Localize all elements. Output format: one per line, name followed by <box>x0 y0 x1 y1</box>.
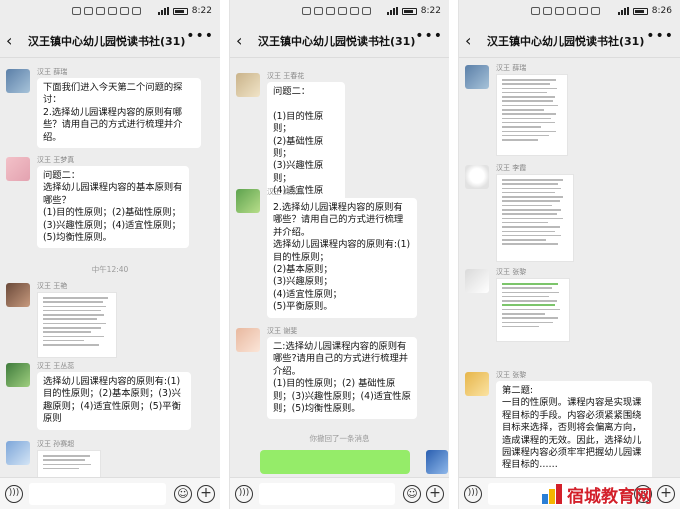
emoji-icon[interactable]: ☺ <box>174 485 192 503</box>
more-dots-icon[interactable]: ••• <box>186 28 214 44</box>
message-item: 汉王 谢斐 二:选择幼儿园课程内容的原则有哪些?请用自己的方式进行梳理并介绍。 … <box>236 326 445 426</box>
sender-name: 汉王 张黎 <box>496 371 527 379</box>
chat-screen-1: 8:22 ‹ 汉王镇中心幼儿园悦读书社(31) ••• 汉王 薛瑞 下面我们进入… <box>0 0 220 509</box>
plus-icon[interactable]: + <box>197 485 215 503</box>
message-bubble[interactable]: 问题二： 选择幼儿园课程内容的基本原则有哪些？ (1)目的性原则；(2)基础性原… <box>37 166 189 249</box>
avatar[interactable] <box>6 441 30 465</box>
avatar[interactable] <box>236 189 260 213</box>
message-item: 汉王 张黎 第二题: 一目的性原则。课程内容是实现课程目标的手段。内容必须紧紧围… <box>465 370 676 477</box>
message-item: 汉王 薛瑞 <box>465 63 676 156</box>
status-bar: 8:22 <box>0 0 220 24</box>
battery-icon <box>401 7 417 15</box>
logo-bars-icon <box>542 484 564 504</box>
more-dots-icon[interactable]: ••• <box>646 28 674 44</box>
message-list[interactable]: 汉王 薛瑞 下面我们进入今天第二个问题的探讨： 2.选择幼儿园课程内容的原则有哪… <box>0 59 220 477</box>
message-bubble[interactable]: 二:选择幼儿园课程内容的原则有哪些?请用自己的方式进行梳理并介绍。 (1)目的性… <box>267 337 417 420</box>
message-item: 汉王 王梦真 问题二： 选择幼儿园课程内容的基本原则有哪些？ (1)目的性原则；… <box>6 155 216 250</box>
time-divider: 中午12:40 <box>91 265 129 274</box>
sent-message-bubble[interactable] <box>260 450 410 474</box>
message-item: 汉王 张黎 <box>465 267 676 367</box>
sender-name: 汉王 王艳 <box>37 282 68 290</box>
plus-icon[interactable]: + <box>426 485 444 503</box>
status-bar: 8:26 <box>459 0 680 24</box>
chevron-left-icon[interactable]: ‹ <box>236 31 242 50</box>
voice-icon[interactable]: ))) <box>235 485 253 503</box>
avatar[interactable] <box>6 363 30 387</box>
message-bubble[interactable]: 第二题: 一目的性原则。课程内容是实现课程目标的手段。内容必须紧紧围绕目标来选择… <box>496 381 652 477</box>
avatar[interactable] <box>426 450 448 474</box>
sender-name: 汉王 薛瑞 <box>37 68 68 76</box>
status-time: 8:22 <box>420 6 441 16</box>
avatar[interactable] <box>236 73 260 97</box>
image-message[interactable] <box>496 174 574 262</box>
chat-title: 汉王镇中心幼儿园悦读书社(31) <box>487 35 645 48</box>
message-input[interactable] <box>259 483 395 505</box>
message-item: 汉王 薛瑞 下面我们进入今天第二个问题的探讨： 2.选择幼儿园课程内容的原则有哪… <box>6 67 216 149</box>
sender-name: 汉王 韩双燕 <box>267 188 305 196</box>
message-list[interactable]: 汉王 薛瑞 汉王 李霞 汉王 张黎 汉王 张黎 第二题: 一目的性原则。课程内容… <box>459 59 680 477</box>
battery-icon <box>632 7 648 15</box>
image-message[interactable] <box>496 278 570 342</box>
avatar[interactable] <box>236 328 260 352</box>
message-bubble[interactable]: 选择幼儿园课程内容的原则有:(1)目的性原则；(2)基本原则；(3)兴趣原则；(… <box>37 372 191 430</box>
chat-header: ‹ 汉王镇中心幼儿园悦读书社(31) ••• <box>230 24 449 58</box>
avatar[interactable] <box>6 283 30 307</box>
sender-name: 汉王 孙赛超 <box>37 440 75 448</box>
image-message[interactable] <box>37 292 117 358</box>
chevron-left-icon[interactable]: ‹ <box>465 31 471 50</box>
sender-name: 汉王 王丛蕊 <box>37 362 75 370</box>
avatar[interactable] <box>465 372 489 396</box>
voice-icon[interactable]: ))) <box>5 485 23 503</box>
more-dots-icon[interactable]: ••• <box>415 28 443 44</box>
message-bubble[interactable]: 2.选择幼儿园课程内容的原则有哪些？请用自己的方式进行梳理并介绍。 选择幼儿园课… <box>267 198 417 318</box>
image-message[interactable] <box>37 450 101 477</box>
signal-icon <box>617 7 629 15</box>
message-item: 汉王 韩双燕 2.选择幼儿园课程内容的原则有哪些？请用自己的方式进行梳理并介绍。… <box>236 187 445 327</box>
sender-name: 汉王 王梦真 <box>37 156 75 164</box>
sender-name: 汉王 谢斐 <box>267 327 298 335</box>
message-item: 汉王 王春花 问题二： (1)目的性原则； (2)基础性原则； (3)兴趣性原则… <box>236 71 445 239</box>
avatar[interactable] <box>465 65 489 89</box>
watermark-text: 宿城教育网 <box>567 486 652 507</box>
image-message[interactable] <box>496 74 568 156</box>
status-bar: 8:22 <box>230 0 449 24</box>
chat-screen-2: 8:22 ‹ 汉王镇中心幼儿园悦读书社(31) ••• 汉王 王春花 问题二： … <box>229 0 449 509</box>
message-input[interactable] <box>29 483 166 505</box>
avatar[interactable] <box>465 165 489 189</box>
message-item: 汉王 李霞 <box>465 163 676 262</box>
notification-icons <box>72 7 141 15</box>
message-bubble[interactable]: 下面我们进入今天第二个问题的探讨： 2.选择幼儿园课程内容的原则有哪些？请用自己… <box>37 78 201 149</box>
avatar[interactable] <box>6 69 30 93</box>
emoji-icon[interactable]: ☺ <box>403 485 421 503</box>
status-time: 8:22 <box>191 6 212 16</box>
input-bar: ))) ☺ + <box>230 477 449 509</box>
recall-notice: 你撤回了一条消息 <box>309 434 370 443</box>
plus-icon[interactable]: + <box>657 485 675 503</box>
avatar[interactable] <box>6 157 30 181</box>
message-item: 汉王 王丛蕊 选择幼儿园课程内容的原则有:(1)目的性原则；(2)基本原则；(3… <box>6 361 216 433</box>
chevron-left-icon[interactable]: ‹ <box>6 31 12 50</box>
notification-icons <box>531 7 600 15</box>
battery-icon <box>172 7 188 15</box>
signal-icon <box>386 7 398 15</box>
status-time: 8:26 <box>651 6 672 16</box>
message-item: 汉王 孙赛超 <box>6 439 216 477</box>
chat-title: 汉王镇中心幼儿园悦读书社(31) <box>258 35 416 48</box>
sender-name: 汉王 王春花 <box>267 72 305 80</box>
message-item: 汉王 王艳 <box>6 281 216 359</box>
sender-name: 汉王 薛瑞 <box>496 64 527 72</box>
chat-screen-3: 8:26 ‹ 汉王镇中心幼儿园悦读书社(31) ••• 汉王 薛瑞 汉王 李霞 … <box>458 0 680 509</box>
chat-title: 汉王镇中心幼儿园悦读书社(31) <box>28 35 186 48</box>
notification-icons <box>302 7 371 15</box>
watermark-logo: 宿城教育网 <box>542 481 652 507</box>
input-bar: ))) ☺ + <box>0 477 220 509</box>
voice-icon[interactable]: ))) <box>464 485 482 503</box>
message-list[interactable]: 汉王 王春花 问题二： (1)目的性原则； (2)基础性原则； (3)兴趣性原则… <box>230 59 449 477</box>
chat-header: ‹ 汉王镇中心幼儿园悦读书社(31) ••• <box>0 24 220 58</box>
sender-name: 汉王 张黎 <box>496 268 527 276</box>
signal-icon <box>157 7 169 15</box>
avatar[interactable] <box>465 269 489 293</box>
chat-header: ‹ 汉王镇中心幼儿园悦读书社(31) ••• <box>459 24 680 58</box>
sender-name: 汉王 李霞 <box>496 164 527 172</box>
